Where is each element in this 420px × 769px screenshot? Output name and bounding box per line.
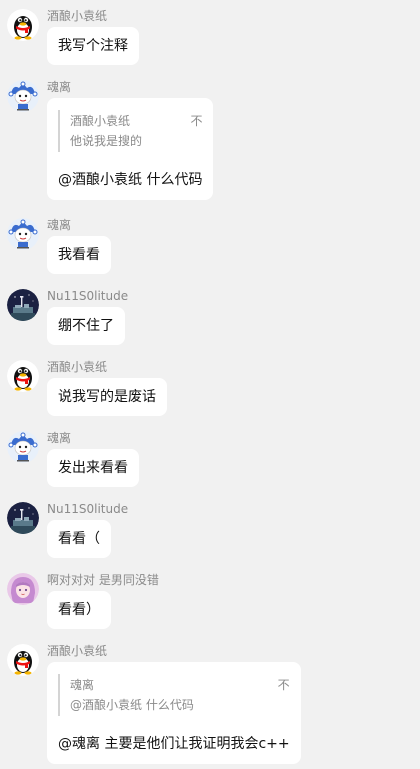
sender-name[interactable]: 酒酿小袁纸 [47, 360, 107, 374]
quoted-message[interactable]: 酒酿小袁纸 他说我是搜的 不 [58, 110, 202, 152]
message-bubble[interactable]: 我看看 [47, 236, 111, 274]
sender-name[interactable]: 魂离 [47, 80, 71, 94]
sender-name[interactable]: 魂离 [47, 218, 71, 232]
chat-message-list: 酒酿小袁纸 我写个注释 魂离 酒酿小袁纸 他说我是搜的 不 @酒酿小袁纸 什么代… [0, 0, 420, 769]
sender-name[interactable]: Nu11S0litude [47, 502, 128, 516]
message-bubble[interactable]: 酒酿小袁纸 他说我是搜的 不 @酒酿小袁纸 什么代码 [47, 98, 214, 200]
message-bubble[interactable]: 我写个注释 [47, 27, 139, 65]
sender-name[interactable]: 酒酿小袁纸 [47, 9, 107, 23]
quoted-text: @酒酿小袁纸 什么代码 [70, 698, 194, 712]
sender-name[interactable]: 啊对对对 是男同没错 [47, 573, 159, 587]
qq-penguin-avatar[interactable] [7, 644, 39, 676]
quoted-sender: 魂离 [70, 678, 95, 692]
jester-avatar[interactable] [7, 218, 39, 250]
jester-avatar[interactable] [7, 80, 39, 112]
quote-close-button[interactable]: 不 [190, 111, 202, 131]
sender-name[interactable]: Nu11S0litude [47, 289, 128, 303]
quote-close-button[interactable]: 不 [278, 675, 290, 695]
message-bubble[interactable]: 绷不住了 [47, 307, 125, 345]
qq-penguin-avatar[interactable] [7, 360, 39, 392]
quoted-message[interactable]: 魂离 @酒酿小袁纸 什么代码 不 [58, 674, 290, 716]
message-text: @酒酿小袁纸 什么代码 [58, 172, 203, 188]
night-scene-avatar[interactable] [7, 502, 39, 534]
sender-name[interactable]: 魂离 [47, 431, 71, 445]
qq-penguin-avatar[interactable] [7, 9, 39, 41]
quoted-sender: 酒酿小袁纸 [70, 114, 131, 128]
night-scene-avatar[interactable] [7, 289, 39, 321]
message-bubble[interactable]: 看看） [47, 591, 111, 629]
jester-avatar[interactable] [7, 431, 39, 463]
message-bubble[interactable]: 看看（ [47, 520, 111, 558]
message-bubble[interactable]: 魂离 @酒酿小袁纸 什么代码 不 @魂离 主要是他们让我证明我会c++ [47, 662, 301, 764]
message-bubble[interactable]: 发出来看看 [47, 449, 139, 487]
message-text: @魂离 主要是他们让我证明我会c++ [58, 736, 290, 752]
quoted-text: 他说我是搜的 [70, 134, 143, 148]
message-bubble[interactable]: 说我写的是废话 [47, 378, 167, 416]
sender-name[interactable]: 酒酿小袁纸 [47, 644, 107, 658]
anime-girl-avatar[interactable] [7, 573, 39, 605]
